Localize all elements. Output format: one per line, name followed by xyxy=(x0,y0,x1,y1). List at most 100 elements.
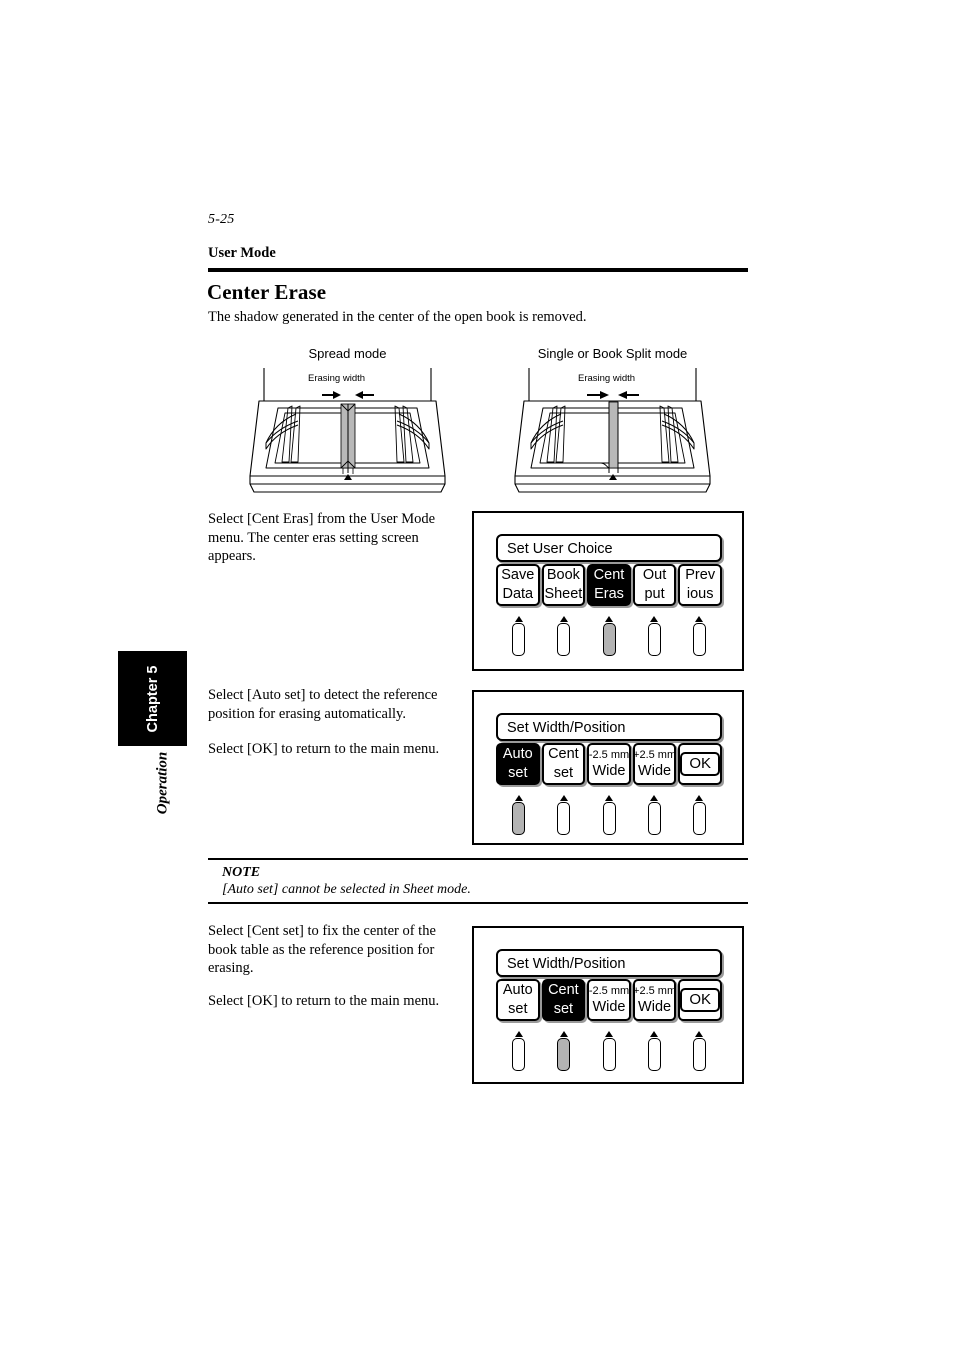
page-title: Center Erase xyxy=(207,280,327,304)
hardware-key-2[interactable] xyxy=(557,802,571,835)
lcd-button-line2: Data xyxy=(502,586,534,602)
hardware-key-row xyxy=(496,616,722,656)
hardware-key-5[interactable] xyxy=(692,1038,706,1071)
lcd-button-line2: set xyxy=(553,765,574,781)
lcd-button-ok[interactable]: OK xyxy=(678,743,722,785)
lcd-button-line2: set xyxy=(508,765,528,781)
lcd-button-2-5-mm[interactable]: -2.5 mm Wide xyxy=(587,743,631,785)
key-pointer-icon xyxy=(650,795,659,801)
lcd-button-line2: Eras xyxy=(594,586,624,602)
lcd-button-line2: set xyxy=(508,1001,528,1017)
lcd-title: Set User Choice xyxy=(496,534,722,562)
hardware-key-cell xyxy=(677,1031,722,1071)
lcd-button-line1: Auto xyxy=(502,746,533,762)
hardware-key-row xyxy=(496,1031,722,1071)
lcd-button-2-5-mm[interactable]: +2.5 mm Wide xyxy=(632,743,677,785)
intro-paragraph: The shadow generated in the center of th… xyxy=(208,309,587,325)
lcd-title: Set Width/Position xyxy=(496,713,722,741)
instruction-auto-set-ok: Select [OK] to return to the main menu. xyxy=(208,741,440,757)
section-tab-label: Operation xyxy=(154,751,171,815)
lcd-button-line2: Wide xyxy=(592,762,626,779)
lcd-button-line2: put xyxy=(644,586,665,602)
chapter-tab: Chapter 5 xyxy=(118,651,187,746)
hardware-key-1[interactable] xyxy=(512,623,526,656)
ok-label: OK xyxy=(680,752,720,776)
lcd-button-line2: Wide xyxy=(638,998,672,1015)
lcd-title: Set Width/Position xyxy=(496,949,722,977)
diagram-caption-single: Single or Book Split mode xyxy=(537,346,688,361)
lcd-button-ok[interactable]: OK xyxy=(678,979,722,1021)
lcd-button-cent[interactable]: Cent set xyxy=(541,979,586,1021)
hardware-key-1[interactable] xyxy=(512,1038,526,1071)
note-block: NOTE [Auto set] cannot be selected in Sh… xyxy=(208,858,748,904)
lcd-button-out[interactable]: Out put xyxy=(632,564,677,606)
key-pointer-icon xyxy=(650,1031,659,1037)
lcd-display: Set Width/Position Auto set Cent set -2.5 mm W… xyxy=(496,949,722,1021)
hardware-key-cell xyxy=(496,1031,541,1071)
lcd-button-prev[interactable]: Prev ious xyxy=(678,564,722,606)
lcd-button-line2: ious xyxy=(686,586,714,602)
lcd-button-line1: -2.5 mm xyxy=(588,984,630,997)
instruction-cent-eras: Select [Cent Eras] from the User Mode me… xyxy=(208,511,436,564)
note-label: NOTE xyxy=(222,865,261,880)
lcd-button-line2: Wide xyxy=(638,762,672,779)
key-pointer-icon xyxy=(559,795,568,801)
hardware-key-cell xyxy=(586,616,631,656)
hardware-key-1[interactable] xyxy=(512,802,526,835)
hardware-key-2[interactable] xyxy=(557,623,571,656)
key-pointer-icon xyxy=(695,616,704,622)
note-text: [Auto set] cannot be selected in Sheet m… xyxy=(222,882,471,897)
erasing-width-label-right: Erasing width xyxy=(578,373,636,384)
lcd-button-2-5-mm[interactable]: -2.5 mm Wide xyxy=(587,979,631,1021)
hardware-key-3[interactable] xyxy=(602,623,616,656)
hardware-key-3[interactable] xyxy=(602,1038,616,1071)
lcd-button-line1: Cent xyxy=(593,567,625,583)
lcd-button-line1: Auto xyxy=(502,982,533,998)
lcd-button-line1: +2.5 mm xyxy=(633,748,677,761)
diagram-caption-spread: Spread mode xyxy=(308,346,387,361)
hardware-key-5[interactable] xyxy=(692,623,706,656)
book-diagram-single-split xyxy=(514,368,711,493)
operator-panel-user-choice: Set User Choice Save Data Book Sheet Cent Eras… xyxy=(472,511,744,671)
lcd-button-row: Auto set Cent set -2.5 mm Wide +2.5 mm Wide OK xyxy=(496,979,722,1021)
lcd-display: Set User Choice Save Data Book Sheet Cent Eras… xyxy=(496,534,722,606)
hardware-key-4[interactable] xyxy=(647,802,661,835)
lcd-button-2-5-mm[interactable]: +2.5 mm Wide xyxy=(632,979,677,1021)
hardware-key-cell xyxy=(677,616,722,656)
operator-panel-width-position-auto: Set Width/Position Auto set Cent set -2.5 mm W… xyxy=(472,690,744,845)
hardware-key-cell xyxy=(632,616,677,656)
lcd-button-row: Save Data Book Sheet Cent Eras Out put Prev ious xyxy=(496,564,722,606)
lcd-button-cent[interactable]: Cent set xyxy=(541,743,586,785)
key-pointer-icon xyxy=(605,795,613,801)
document-page: 5-25 User Mode Center Erase The shadow g… xyxy=(0,0,954,1351)
lcd-button-auto[interactable]: Auto set xyxy=(496,743,540,785)
key-pointer-icon xyxy=(695,1031,704,1037)
key-pointer-icon xyxy=(559,1031,568,1037)
instruction-auto-set: Select [Auto set] to detect the referenc… xyxy=(208,687,438,722)
lcd-button-save[interactable]: Save Data xyxy=(496,564,540,606)
hardware-key-cell xyxy=(496,795,541,835)
lcd-button-line2: Sheet xyxy=(544,586,583,602)
book-diagram-spread xyxy=(249,368,446,493)
lcd-display: Set Width/Position Auto set Cent set -2.5 mm W… xyxy=(496,713,722,785)
hardware-key-5[interactable] xyxy=(692,802,706,835)
key-pointer-icon xyxy=(514,616,523,622)
hardware-key-2[interactable] xyxy=(557,1038,571,1071)
lcd-button-cent[interactable]: Cent Eras xyxy=(587,564,631,606)
hardware-key-cell xyxy=(541,1031,586,1071)
hardware-key-cell xyxy=(632,795,677,835)
lcd-button-line2: set xyxy=(553,1001,574,1017)
hardware-key-4[interactable] xyxy=(647,623,661,656)
instruction-cent-set: Select [Cent set] to fix the center of t… xyxy=(208,923,436,976)
hardware-key-cell xyxy=(541,616,586,656)
note-body: NOTE [Auto set] cannot be selected in Sh… xyxy=(208,860,748,902)
key-pointer-icon xyxy=(514,795,523,801)
hardware-key-4[interactable] xyxy=(647,1038,661,1071)
lcd-button-auto[interactable]: Auto set xyxy=(496,979,540,1021)
lcd-button-line1: Book xyxy=(546,567,580,583)
header-rule xyxy=(208,268,748,272)
lcd-button-row: Auto set Cent set -2.5 mm Wide +2.5 mm Wide OK xyxy=(496,743,722,785)
hardware-key-3[interactable] xyxy=(602,802,616,835)
lcd-button-book[interactable]: Book Sheet xyxy=(541,564,586,606)
lcd-button-line2: Wide xyxy=(592,998,626,1015)
